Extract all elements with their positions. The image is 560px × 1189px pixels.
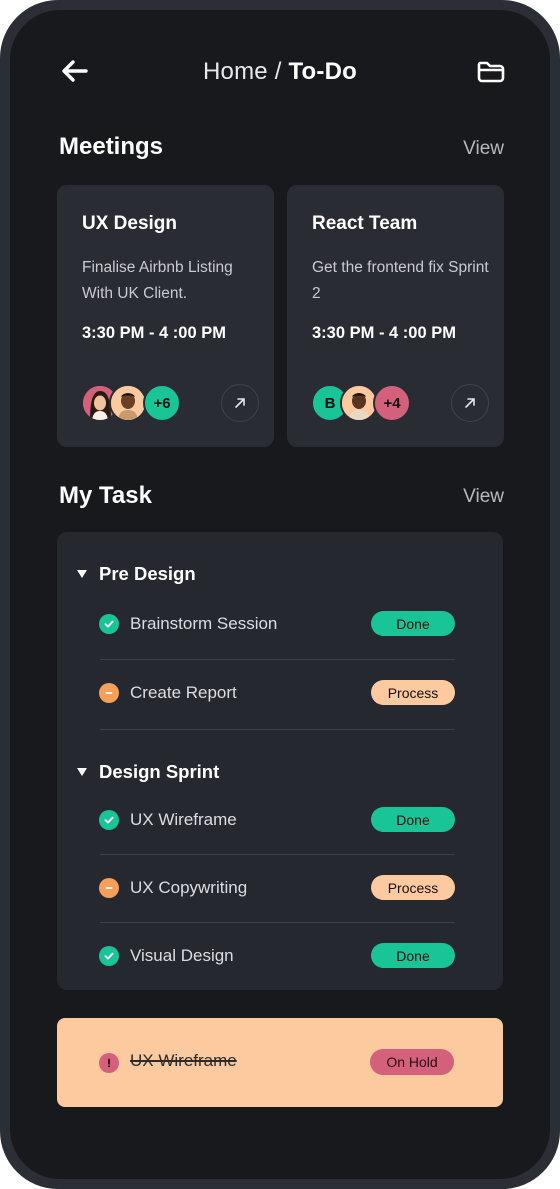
status-badge: On Hold [370, 1049, 454, 1075]
check-circle-icon [99, 614, 119, 634]
task-row[interactable]: UX Copywriting Process [99, 868, 455, 908]
meeting-title: UX Design [82, 213, 178, 234]
folder-button[interactable] [476, 58, 506, 84]
task-label: UX Copywriting [130, 878, 248, 897]
extra-attendees-count: +4 [373, 384, 411, 422]
meeting-card-ux-design[interactable]: UX Design Finalise Airbnb Listing With U… [57, 185, 274, 447]
divider [100, 854, 455, 855]
task-group-name: Pre Design [99, 563, 196, 584]
status-badge: Done [371, 807, 455, 832]
open-meeting-button[interactable] [451, 384, 489, 422]
divider [100, 729, 455, 730]
meeting-time: 3:30 PM - 4 :00 PM [312, 324, 456, 342]
extra-attendees-count: +6 [143, 384, 181, 422]
my-task-view-link[interactable]: View [463, 486, 504, 508]
minus-circle-icon [99, 683, 119, 703]
task-list-panel: Pre Design Brainstorm Session Done Creat… [57, 532, 503, 990]
breadcrumb-current: To-Do [288, 58, 357, 85]
status-badge: Process [371, 680, 455, 705]
caret-down-icon [77, 768, 87, 776]
top-bar: Home / To-Do [10, 50, 550, 94]
alert-circle-icon [99, 1053, 119, 1073]
on-hold-task-card[interactable]: UX Wireframe On Hold [57, 1018, 503, 1107]
task-row[interactable]: UX Wireframe Done [99, 800, 455, 840]
divider [100, 659, 455, 660]
open-meeting-button[interactable] [221, 384, 259, 422]
meeting-description: Get the frontend fix Sprint 2 [312, 259, 489, 302]
status-badge: Process [371, 875, 455, 900]
meeting-card-react-team[interactable]: React Team Get the frontend fix Sprint 2… [287, 185, 504, 447]
task-label: Brainstorm Session [130, 614, 278, 633]
task-label: UX Wireframe [130, 810, 237, 829]
check-circle-icon [99, 810, 119, 830]
caret-down-icon [77, 570, 87, 578]
app-screen: Home / To-Do Meetings View UX Design Fin… [10, 10, 550, 1179]
minus-circle-icon [99, 878, 119, 898]
my-task-title: My Task [59, 482, 152, 509]
check-circle-icon [99, 946, 119, 966]
task-label: Visual Design [130, 946, 234, 965]
folder-icon [477, 61, 505, 83]
avatar [109, 384, 147, 422]
arrow-up-right-icon [465, 398, 475, 408]
task-group-name: Design Sprint [99, 761, 220, 782]
divider [100, 922, 455, 923]
task-group-header[interactable]: Pre Design [77, 563, 196, 585]
task-row[interactable]: Visual Design Done [99, 936, 455, 976]
attendee-avatars: B +4 [311, 384, 451, 422]
meeting-time: 3:30 PM - 4 :00 PM [82, 324, 226, 342]
arrow-up-right-icon [235, 398, 245, 408]
task-row[interactable]: Brainstorm Session Done [99, 604, 455, 644]
task-label: Create Report [130, 683, 237, 702]
meetings-title: Meetings [59, 133, 164, 160]
breadcrumb: Home / To-Do [10, 58, 550, 86]
attendee-avatars: +6 [81, 384, 221, 422]
phone-frame: Home / To-Do Meetings View UX Design Fin… [0, 0, 560, 1189]
task-row[interactable]: Create Report Process [99, 673, 455, 713]
status-badge: Done [371, 611, 455, 636]
breadcrumb-home[interactable]: Home / [203, 58, 288, 85]
task-label: UX Wireframe [130, 1051, 237, 1070]
meeting-title: React Team [312, 213, 418, 234]
meeting-description: Finalise Airbnb Listing With UK Client. [82, 259, 233, 302]
meetings-view-link[interactable]: View [463, 138, 504, 160]
task-group-header[interactable]: Design Sprint [77, 761, 219, 783]
status-badge: Done [371, 943, 455, 968]
